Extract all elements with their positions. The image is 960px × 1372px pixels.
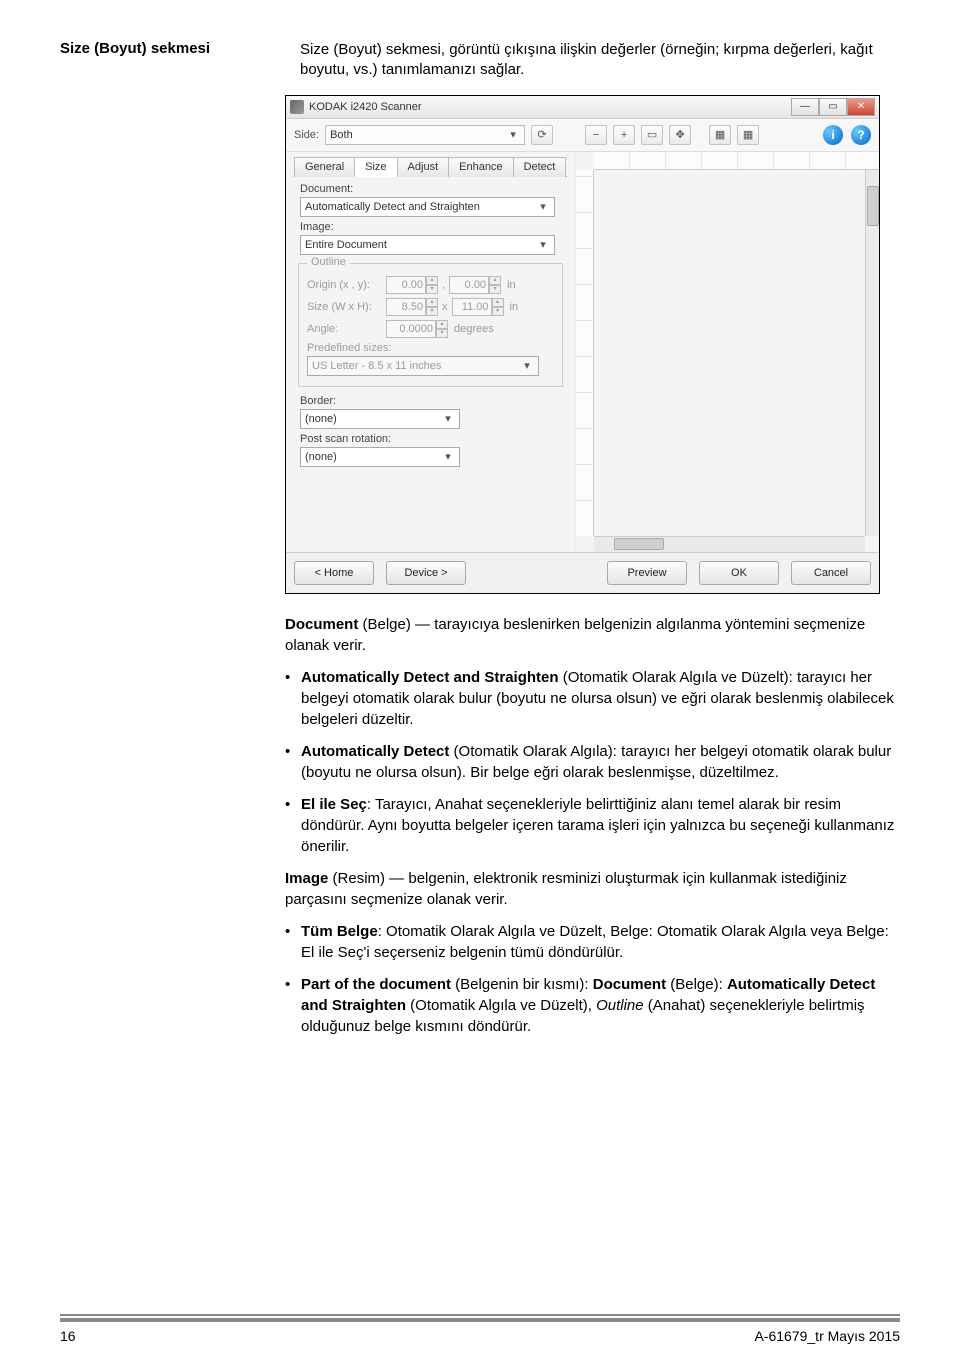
tab-general[interactable]: General (294, 157, 355, 177)
section-title: Size (Boyut) sekmesi (60, 40, 260, 81)
li-auto-straighten: Automatically Detect and Straighten (Oto… (285, 667, 900, 730)
tool-grid-icon[interactable]: ▦ (737, 125, 759, 145)
tab-adjust[interactable]: Adjust (397, 157, 450, 177)
outline-title: Outline (307, 256, 350, 268)
ruler-vertical (576, 170, 594, 536)
device-button[interactable]: Device > (386, 561, 466, 585)
origin-x-input[interactable]: ▴▾ (386, 276, 438, 294)
app-icon (290, 100, 304, 114)
zoom-out-icon[interactable]: − (585, 125, 607, 145)
post-rotation-value: (none) (305, 451, 337, 463)
scanner-window: KODAK i2420 Scanner — ▭ ✕ Side: Both ▾ ⟳… (285, 95, 880, 594)
origin-y-input[interactable]: ▴▾ (449, 276, 501, 294)
minimize-button[interactable]: — (791, 98, 819, 116)
chevron-down-icon: ▾ (536, 200, 550, 213)
footer-doc-id: A-61679_tr Mayıs 2015 (754, 1328, 900, 1344)
document-select[interactable]: Automatically Detect and Straighten ▾ (300, 197, 555, 217)
document-label: Document: (300, 183, 567, 195)
size-w-input[interactable]: ▴▾ (386, 298, 438, 316)
cancel-button[interactable]: Cancel (791, 561, 871, 585)
chevron-down-icon: ▾ (506, 128, 520, 141)
tabs: General Size Adjust Enhance Detect (294, 156, 567, 177)
info-icon[interactable]: i (823, 125, 843, 145)
titlebar: KODAK i2420 Scanner — ▭ ✕ (286, 96, 879, 119)
intro-text: Size (Boyut) sekmesi, görüntü çıkışına i… (300, 40, 900, 81)
post-rotation-select[interactable]: (none) ▾ (300, 447, 460, 467)
preview-button[interactable]: Preview (607, 561, 687, 585)
side-select[interactable]: Both ▾ (325, 125, 525, 145)
side-label: Side: (294, 129, 319, 141)
li-manual: El ile Seç: Tarayıcı, Anahat seçenekleri… (285, 794, 900, 857)
angle-input[interactable]: ▴▾ (386, 320, 448, 338)
size-label: Size (W x H): (307, 301, 382, 313)
preview-canvas[interactable] (594, 170, 879, 536)
origin-label: Origin (x , y): (307, 279, 382, 291)
document-value: Automatically Detect and Straighten (305, 201, 480, 213)
border-label: Border: (300, 395, 567, 407)
image-select[interactable]: Entire Document ▾ (300, 235, 555, 255)
close-button[interactable]: ✕ (847, 98, 875, 116)
tab-enhance[interactable]: Enhance (448, 157, 513, 177)
p2-rest: (Resim) — belgenin, elektronik resminizi… (285, 870, 847, 908)
border-select[interactable]: (none) ▾ (300, 409, 460, 429)
size-h-input[interactable]: ▴▾ (452, 298, 504, 316)
angle-unit: degrees (454, 323, 494, 335)
horizontal-scrollbar[interactable] (594, 536, 865, 552)
chevron-down-icon: ▾ (536, 238, 550, 251)
predef-label: Predefined sizes: (307, 342, 554, 354)
vertical-scrollbar[interactable] (865, 170, 879, 536)
tab-size[interactable]: Size (354, 157, 397, 177)
tool-new-icon[interactable]: ▦ (709, 125, 731, 145)
tool-select-icon[interactable]: ▭ (641, 125, 663, 145)
p2-lead: Image (285, 870, 328, 887)
predef-select[interactable]: US Letter - 8.5 x 11 inches ▾ (307, 356, 539, 376)
size-unit: in (510, 301, 519, 313)
home-button[interactable]: < Home (294, 561, 374, 585)
li-part-doc: Part of the document (Belgenin bir kısmı… (285, 974, 900, 1037)
li-entire-doc: Tüm Belge: Otomatik Olarak Algıla ve Düz… (285, 921, 900, 963)
outline-group: Outline Origin (x , y): ▴▾ , ▴▾ in (298, 263, 563, 387)
origin-unit: in (507, 279, 516, 291)
tab-detect[interactable]: Detect (513, 157, 567, 177)
chevron-down-icon: ▾ (520, 359, 534, 372)
angle-label: Angle: (307, 323, 382, 335)
preview-area (576, 152, 879, 552)
chevron-down-icon: ▾ (441, 450, 455, 463)
tool-rotate-icon[interactable]: ⟳ (531, 125, 553, 145)
body-text: Document (Belge) — tarayıcıya beslenirke… (285, 614, 900, 1037)
p1-rest: (Belge) — tarayıcıya beslenirken belgeni… (285, 616, 865, 654)
chevron-down-icon: ▾ (441, 412, 455, 425)
page-footer: 16 A-61679_tr Mayıs 2015 (60, 1318, 900, 1344)
image-value: Entire Document (305, 239, 387, 251)
settings-panel: General Size Adjust Enhance Detect Docum… (286, 152, 576, 552)
toolbar: Side: Both ▾ ⟳ − + ▭ ✥ ▦ ▦ i ? (286, 119, 879, 152)
ok-button[interactable]: OK (699, 561, 779, 585)
side-value: Both (330, 129, 353, 141)
li-auto-detect: Automatically Detect (Otomatik Olarak Al… (285, 741, 900, 783)
p1-lead: Document (285, 616, 358, 633)
window-title: KODAK i2420 Scanner (309, 101, 791, 113)
tool-move-icon[interactable]: ✥ (669, 125, 691, 145)
help-icon[interactable]: ? (851, 125, 871, 145)
button-bar: < Home Device > Preview OK Cancel (286, 552, 879, 593)
ruler-horizontal (594, 152, 879, 170)
predef-value: US Letter - 8.5 x 11 inches (312, 360, 441, 372)
zoom-in-icon[interactable]: + (613, 125, 635, 145)
maximize-button[interactable]: ▭ (819, 98, 847, 116)
page-number: 16 (60, 1328, 76, 1344)
border-value: (none) (305, 413, 337, 425)
post-rotation-label: Post scan rotation: (300, 433, 567, 445)
image-label: Image: (300, 221, 567, 233)
